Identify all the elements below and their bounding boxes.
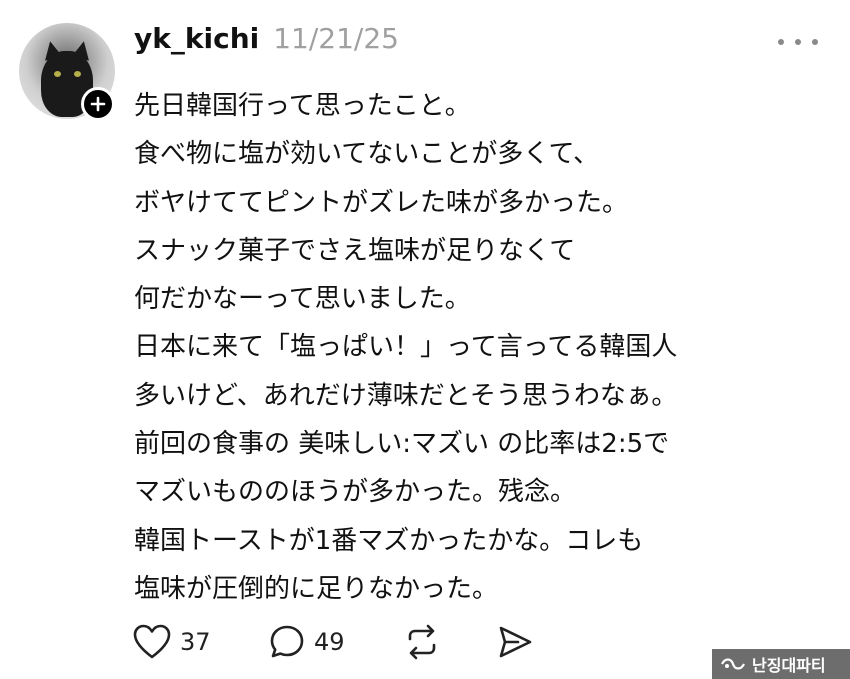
reply-button[interactable]: 49 (268, 623, 402, 661)
watermark-text: 난징대파티 (752, 656, 826, 675)
like-button[interactable]: 37 (132, 623, 268, 661)
post-text-line: 先日韓国行って思ったこと。 (134, 91, 471, 121)
post-text-line: 日本に来て「塩っぱい！」って言ってる韓国人 (134, 332, 678, 363)
avatar-cat-eye (54, 71, 61, 77)
share-button[interactable] (496, 623, 534, 661)
watermark-logo-icon (720, 655, 746, 673)
username[interactable]: yk_kichi (134, 22, 259, 55)
heart-icon (132, 623, 172, 661)
post-text-line: ボヤけててピントがズレた味が多かった。 (134, 187, 629, 218)
more-options-button[interactable] (778, 30, 818, 54)
post-text-line: スナック菓子でさえ塩味が足りなくて (134, 235, 576, 266)
comment-bubble-icon (268, 623, 306, 661)
post-text-line: マズいもののほうが多かった。残念。 (134, 477, 577, 508)
post-text-line: 塩味が圧倒的に足りなかった。 (134, 573, 499, 604)
post-header: yk_kichi 11/21/25 (134, 22, 399, 55)
post-text-line: 食べ物に塩が効いてないことが多くて、 (134, 139, 600, 170)
action-bar: 37 49 (132, 622, 534, 662)
post-text-line: 韓国トーストが1番マズかったかな。コレも (134, 525, 644, 556)
like-count: 37 (180, 628, 211, 656)
avatar-container (19, 23, 115, 121)
post-date: 11/21/25 (273, 22, 399, 55)
plus-icon (90, 96, 106, 112)
repost-icon (402, 622, 442, 662)
repost-button[interactable] (402, 622, 496, 662)
avatar-cat-eye (74, 71, 81, 77)
post-text-line: 多いけど、あれだけ薄味だとそう思うわなぁ。 (134, 380, 678, 411)
post-text: 先日韓国行って思ったこと。 食べ物に塩が効いてないことが多くて、 ボヤけててピン… (134, 82, 824, 613)
more-dots-icon (778, 39, 784, 45)
post-text-line: 前回の食事の 美味しい:マズい の比率は2:5で (134, 429, 670, 460)
post-text-line: 何だかなーって思いました。 (134, 284, 471, 315)
reply-count: 49 (314, 628, 345, 656)
follow-button[interactable] (81, 87, 115, 121)
more-dots-icon (812, 39, 818, 45)
send-icon (496, 623, 534, 661)
more-dots-icon (795, 39, 801, 45)
post-card: yk_kichi 11/21/25 先日韓国行って思ったこと。 食べ物に塩が効い… (0, 0, 850, 679)
watermark: 난징대파티 (712, 649, 850, 679)
